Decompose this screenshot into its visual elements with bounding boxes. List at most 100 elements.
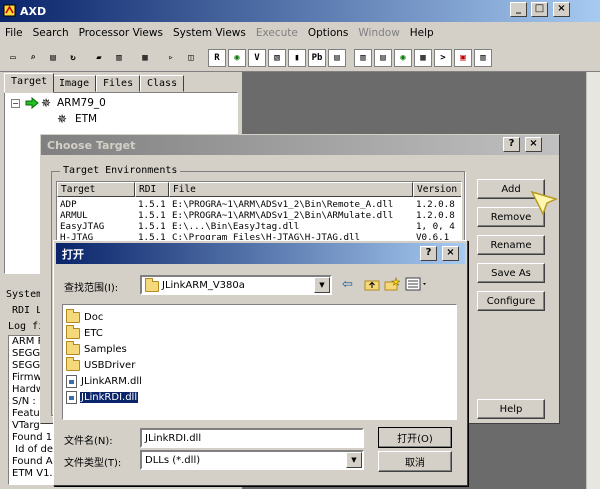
file-name: Doc [84,311,104,323]
column-file[interactable]: File [169,182,413,197]
minimize-button[interactable]: _ [510,2,527,17]
menu-system-views[interactable]: System Views [168,27,251,39]
folder-icon [66,356,80,371]
sys-reg-icon[interactable]: ▥ [354,48,372,67]
cell-rdi: 1.5.1 [138,199,166,210]
close-button[interactable]: × [553,2,570,17]
collapse-icon[interactable]: − [11,99,20,108]
open-close-button[interactable]: × [442,246,459,261]
menu-execute[interactable]: Execute [251,27,303,39]
run-icon[interactable]: ▹ [162,48,180,67]
file-name: JLinkARM.dll [81,375,142,387]
chevron-down-icon[interactable]: ▼ [346,452,362,468]
column-version[interactable]: Version [413,182,461,197]
breakpoint-icon[interactable]: Pb [308,48,326,67]
save-as-button[interactable]: Save As [477,263,545,283]
list-item[interactable]: JLinkARM.dll [66,373,143,389]
sys-var-icon[interactable]: ▦ [414,48,432,67]
find-icon[interactable]: ⌕ [24,48,42,67]
view-menu-icon[interactable] [405,277,429,294]
rename-button[interactable]: Rename [477,235,545,255]
disassembly-icon[interactable]: ▤ [328,48,346,67]
cell-target: ARMUL [60,210,88,221]
choose-target-title-bar[interactable]: Choose Target ? × [41,135,559,155]
menu-processor-views[interactable]: Processor Views [74,27,168,39]
app-icon [3,4,16,17]
choose-target-title: Choose Target [47,138,136,152]
registers-icon[interactable]: R [208,48,226,67]
up-folder-icon[interactable] [364,277,380,294]
menu-help[interactable]: Help [405,27,439,39]
list-item[interactable]: Doc [66,308,104,325]
open-icon[interactable]: ▰ [90,48,108,67]
load-image-icon[interactable]: ▤ [44,48,62,67]
look-in-combo[interactable]: JLinkARM_V380a ▼ [140,275,332,295]
filetype-label: 文件类型(T): [64,458,122,469]
table-row[interactable]: EasyJTAG 1.5.1 E:\...\Bin\EasyJtag.dll 1, 0… [57,221,461,232]
filetype-combo[interactable]: DLLs (*.dll) ▼ [140,450,364,470]
dialog-help-button[interactable]: ? [503,137,520,152]
maximize-button[interactable]: □ [531,2,548,17]
open-help-button[interactable]: ? [420,246,437,261]
help-button[interactable]: Help [477,399,545,419]
stop-icon[interactable]: ◫ [182,48,200,67]
variables-icon[interactable]: V [248,48,266,67]
configure-button[interactable]: Configure [477,291,545,311]
tree-root-label[interactable]: ARM79_0 [57,97,106,109]
dialog-close-button[interactable]: × [525,137,542,152]
watch-icon[interactable]: ◉ [228,48,246,67]
workspace-scrollbar[interactable] [586,72,600,489]
sys-other-icon[interactable]: ▥ [474,48,492,67]
list-item[interactable]: ETC [66,324,104,341]
cell-rdi: 1.5.1 [138,221,166,232]
tree-child-label[interactable]: ETM [75,113,97,125]
menu-file[interactable]: File [0,27,28,39]
filetype-value: DLLs (*.dll) [145,454,201,466]
cancel-button[interactable]: 取消 [378,451,452,472]
step-icon[interactable]: ▦ [136,48,154,67]
menu-search[interactable]: Search [28,27,74,39]
sys-mem-icon[interactable]: ▤ [374,48,392,67]
sys-bp-icon[interactable]: ▣ [454,48,472,67]
main-title-bar[interactable]: AXD _ □ × [0,0,600,22]
column-rdi[interactable]: RDI [135,182,169,197]
column-target[interactable]: Target [57,182,135,197]
table-row[interactable]: ARMUL 1.5.1 E:\PROGRA~1\ARM\ADSv1_2\Bin\AR… [57,210,461,221]
sys-watch-icon[interactable]: ◉ [394,48,412,67]
new-file-icon[interactable]: ▭ [4,48,22,67]
tab-target[interactable]: Target [4,73,55,93]
folder-icon [66,308,80,323]
chevron-down-icon[interactable]: ▼ [314,277,330,293]
memory-icon[interactable]: ▮ [288,48,306,67]
arrow-right-icon [25,96,39,112]
file-name: ETC [84,327,103,339]
save-icon[interactable]: ▥ [110,48,128,67]
sys-console-icon[interactable]: > [434,48,452,67]
mouse-cursor-icon [529,189,559,220]
cell-file: E:\PROGRA~1\ARM\ADSv1_2\Bin\ARMulate.dll [172,210,394,221]
tab-files[interactable]: Files [96,75,141,92]
menu-window[interactable]: Window [353,27,404,39]
system-label: System [6,289,43,300]
menu-options[interactable]: Options [303,27,354,39]
filename-input[interactable]: JLinkRDI.dll [140,428,364,448]
open-button[interactable]: 打开(O) [378,427,452,448]
open-dialog-title: 打开 [62,247,84,261]
console-icon[interactable]: ▧ [268,48,286,67]
new-folder-icon[interactable] [384,277,402,294]
folder-icon [145,277,159,292]
app-title: AXD [20,4,47,18]
file-list[interactable]: Doc ETC Samples USBDriver JLinkARM.dll JLinkR… [62,304,457,420]
list-item[interactable]: USBDriver [66,356,136,373]
open-file-dialog: 打开 ? × 查找范围(I): JLinkARM_V380a ▼ ⇦ Doc ET… [53,240,468,486]
back-icon[interactable]: ⇦ [342,277,353,292]
tab-image[interactable]: Image [52,75,97,92]
list-item[interactable]: Samples [66,340,128,357]
table-row[interactable]: ADP 1.5.1 E:\PROGRA~1\ARM\ADSv1_2\Bin\Remo… [57,199,461,210]
log-label: Log fi [8,321,45,332]
open-dialog-title-bar[interactable]: 打开 ? × [56,243,465,264]
reload-icon[interactable]: ↻ [64,48,82,67]
tab-class[interactable]: Class [140,75,185,92]
filename-label: 文件名(N): [64,436,113,447]
list-item[interactable]: JLinkRDI.dll [66,389,140,405]
